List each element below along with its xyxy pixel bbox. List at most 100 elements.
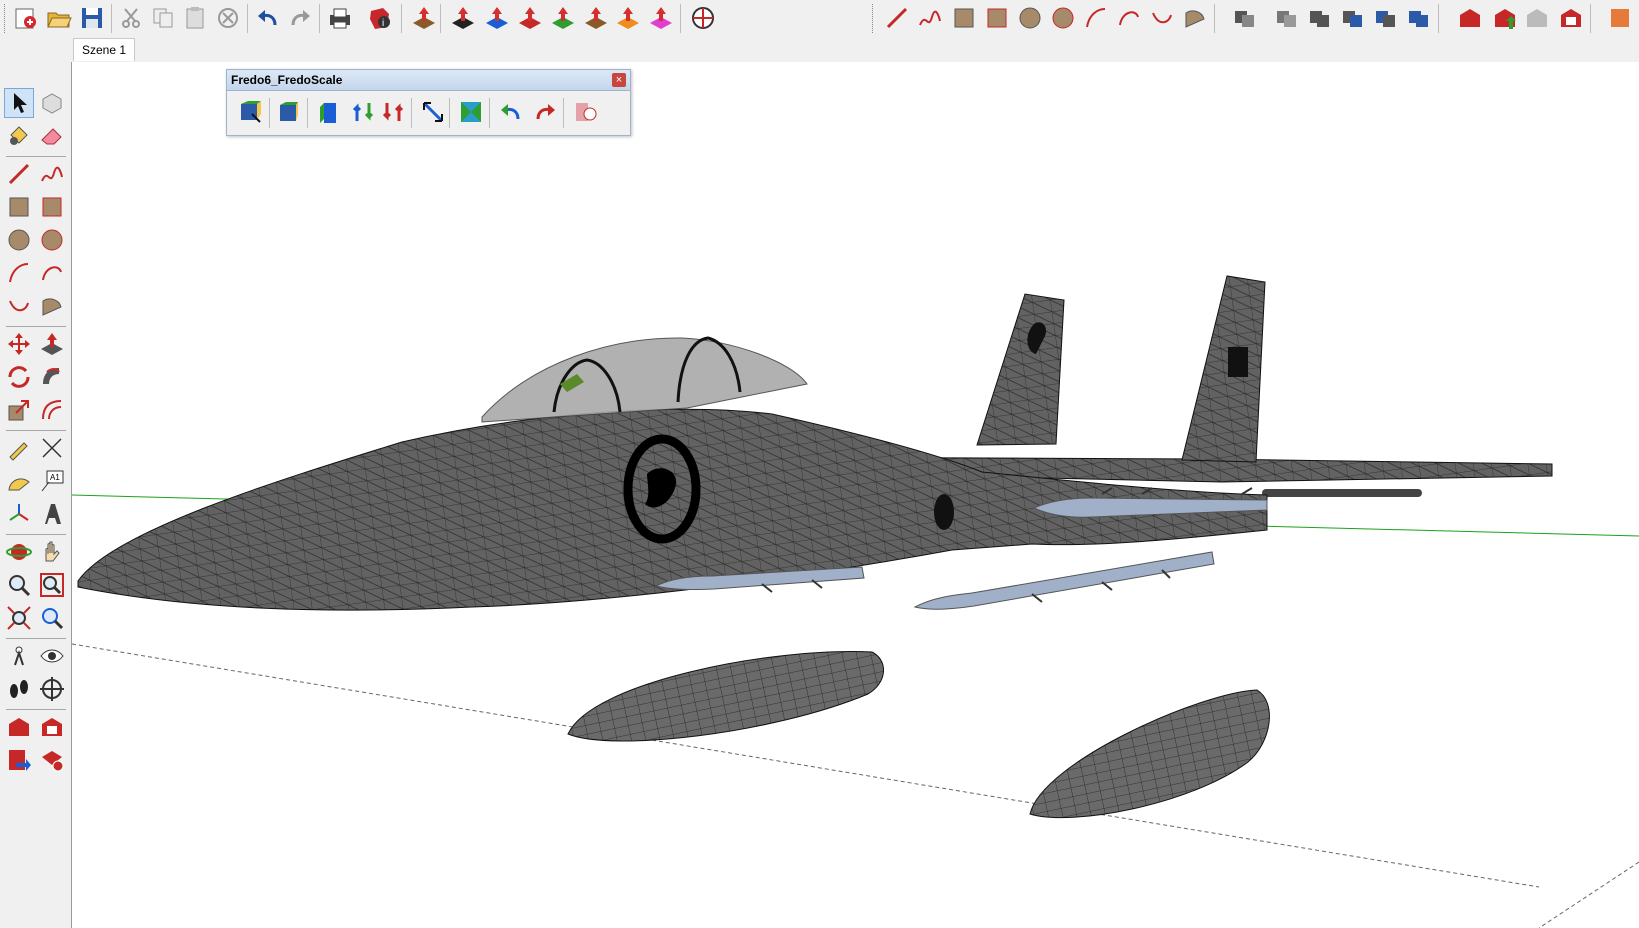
zoom-window-icon[interactable]	[37, 570, 67, 600]
scale-icon[interactable]	[4, 395, 34, 425]
polygon-icon[interactable]	[37, 225, 67, 255]
arc-icon[interactable]	[4, 258, 34, 288]
box-scale-icon[interactable]	[235, 96, 267, 128]
zoom-extents-icon[interactable]	[4, 603, 34, 633]
eraser-icon[interactable]	[37, 121, 67, 151]
arc-2-tool-icon[interactable]	[1114, 3, 1144, 33]
copy-icon[interactable]	[148, 3, 178, 33]
line-icon[interactable]	[4, 159, 34, 189]
zoom-icon[interactable]	[4, 570, 34, 600]
rotated-rectangle-tool-icon[interactable]	[982, 3, 1012, 33]
rotate-undo-icon[interactable]	[495, 96, 527, 128]
extension-warehouse-tool-icon[interactable]	[37, 712, 67, 742]
tapering-icon[interactable]	[273, 96, 305, 128]
redo-icon[interactable]	[285, 3, 315, 33]
three-point-arc-icon[interactable]	[4, 291, 34, 321]
look-around-icon[interactable]	[37, 641, 67, 671]
solid-trim-icon[interactable]	[1371, 3, 1401, 33]
pan-icon[interactable]	[37, 537, 67, 567]
open-icon[interactable]	[44, 3, 74, 33]
arc-2-icon[interactable]	[37, 258, 67, 288]
extrude-7-icon[interactable]	[646, 3, 676, 33]
rotate-redo-icon[interactable]	[529, 96, 561, 128]
tape-measure-icon[interactable]	[4, 433, 34, 463]
plane-stretch-icon[interactable]	[455, 96, 487, 128]
solid-intersect-icon[interactable]	[1305, 3, 1335, 33]
push-pull-tool-icon[interactable]	[37, 329, 67, 359]
freehand-icon[interactable]	[37, 159, 67, 189]
erase-icon[interactable]	[213, 3, 243, 33]
pie-tool-icon[interactable]	[1180, 3, 1210, 33]
aircraft-model-scene[interactable]	[72, 62, 1639, 928]
paint-bucket-icon[interactable]	[4, 121, 34, 151]
circle-tool-icon[interactable]	[1015, 3, 1045, 33]
walk-icon[interactable]	[4, 674, 34, 704]
cut-icon[interactable]	[116, 3, 146, 33]
position-camera-icon[interactable]	[4, 641, 34, 671]
move-icon[interactable]	[4, 329, 34, 359]
freehand-tool-icon[interactable]	[915, 3, 945, 33]
pie-icon[interactable]	[37, 291, 67, 321]
twist-down-icon[interactable]	[377, 96, 409, 128]
extension-warehouse-icon[interactable]	[1556, 3, 1586, 33]
3d-text-icon[interactable]	[37, 499, 67, 529]
offset-icon[interactable]	[37, 395, 67, 425]
paste-icon[interactable]	[180, 3, 210, 33]
protractor-icon[interactable]	[4, 466, 34, 496]
line-tool-icon[interactable]	[882, 3, 912, 33]
send-to-layout-icon[interactable]	[4, 745, 34, 775]
extrude-2-icon[interactable]	[482, 3, 512, 33]
shear-icon[interactable]	[417, 96, 449, 128]
solid-subtract-icon[interactable]	[1338, 3, 1368, 33]
toolbar-title[interactable]: Fredo6_FredoScale	[227, 70, 630, 91]
arc-tool-icon[interactable]	[1081, 3, 1111, 33]
new-icon[interactable]	[10, 3, 40, 33]
select-icon[interactable]	[4, 88, 34, 118]
solid-split-icon[interactable]	[1404, 3, 1434, 33]
extrude-6-icon[interactable]	[613, 3, 643, 33]
polygon-tool-icon[interactable]	[1048, 3, 1078, 33]
rotated-rectangle-icon[interactable]	[37, 192, 67, 222]
geo-location-icon[interactable]	[688, 3, 718, 33]
rectangle-icon[interactable]	[4, 192, 34, 222]
save-icon[interactable]	[77, 3, 107, 33]
extension-manager-icon[interactable]	[37, 745, 67, 775]
layout-icon[interactable]	[1605, 3, 1635, 33]
circle-icon[interactable]	[4, 225, 34, 255]
close-button[interactable]: ×	[612, 73, 626, 87]
extrude-5-icon[interactable]	[581, 3, 611, 33]
dimension-icon[interactable]	[37, 433, 67, 463]
undo-icon[interactable]	[253, 3, 283, 33]
share-model-icon[interactable]	[1490, 3, 1520, 33]
text-icon[interactable]: A1	[37, 466, 67, 496]
warehouse-icon[interactable]	[1455, 3, 1485, 33]
scene-tab-1[interactable]: Szene 1	[73, 38, 136, 61]
extrude-4-icon[interactable]	[548, 3, 578, 33]
extrude-1-icon[interactable]	[448, 3, 478, 33]
component-icon[interactable]	[37, 88, 67, 118]
twist-up-icon[interactable]	[347, 96, 379, 128]
warehouse-tool-icon[interactable]	[4, 712, 34, 742]
drawing-viewport[interactable]	[72, 62, 1639, 928]
previous-view-icon[interactable]	[37, 603, 67, 633]
rectangle-tool-icon[interactable]	[949, 3, 979, 33]
stretch-icon[interactable]	[313, 96, 345, 128]
extrude-3-icon[interactable]	[515, 3, 545, 33]
three-point-arc-tool-icon[interactable]	[1147, 3, 1177, 33]
axes-icon[interactable]	[4, 499, 34, 529]
orbit-icon[interactable]	[4, 537, 34, 567]
follow-me-icon[interactable]	[37, 362, 67, 392]
model-info-icon[interactable]: i	[365, 3, 395, 33]
print-icon[interactable]	[325, 3, 355, 33]
section-plane-icon[interactable]	[37, 674, 67, 704]
fredoscale-settings-icon[interactable]	[569, 96, 601, 128]
group-icon[interactable]	[1230, 3, 1260, 33]
tail-marking	[1228, 347, 1248, 377]
rotate-icon[interactable]	[4, 362, 34, 392]
solid-union-icon[interactable]	[1272, 3, 1302, 33]
toolbar-grip[interactable]	[4, 4, 8, 33]
fredoscale-toolbar[interactable]: Fredo6_FredoScale ×	[226, 69, 631, 136]
push-pull-icon[interactable]	[409, 3, 439, 33]
share-component-icon[interactable]	[1522, 3, 1552, 33]
scene-tab-bar: Szene 1	[0, 37, 1639, 62]
